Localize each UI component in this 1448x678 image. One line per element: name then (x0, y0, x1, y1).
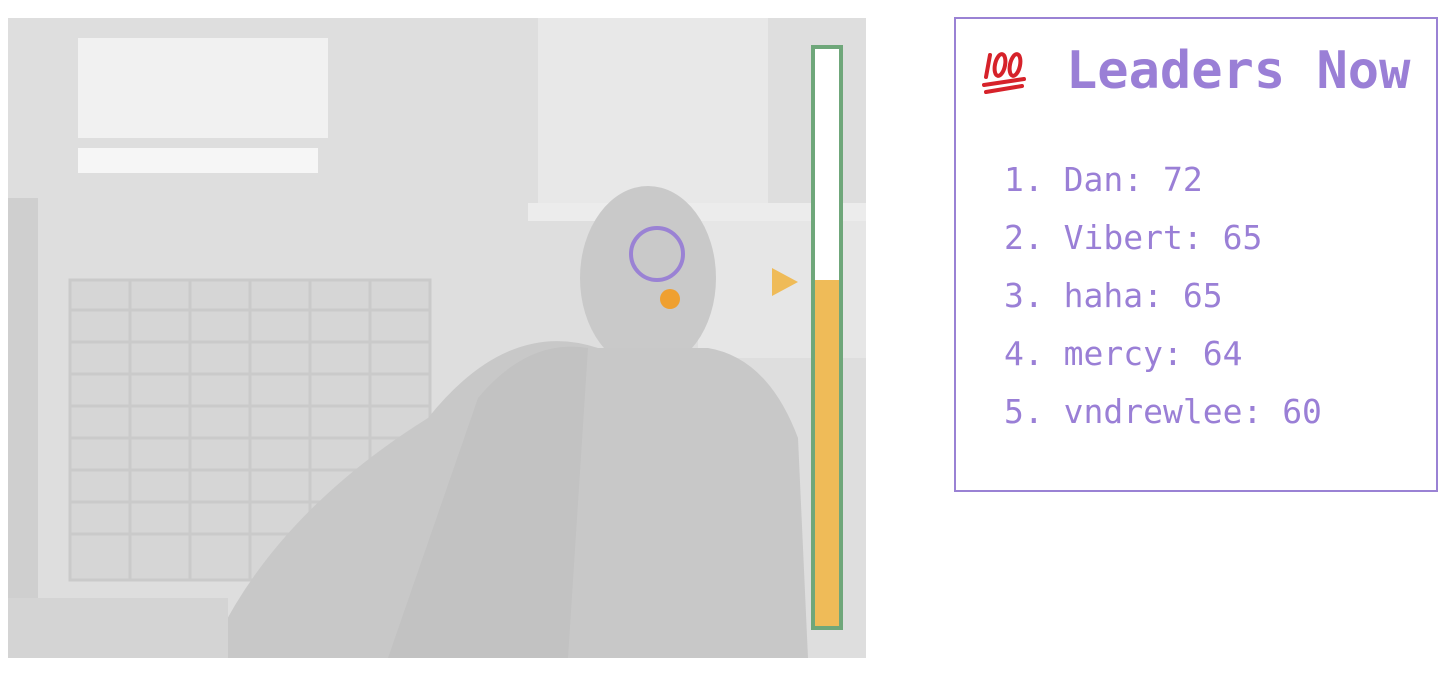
entry-score: 64 (1202, 334, 1243, 373)
tracking-dot (660, 289, 680, 309)
entry-rank: 2. (1004, 218, 1044, 257)
entry-rank: 1. (1004, 160, 1044, 199)
entry-score: 72 (1162, 160, 1203, 199)
target-ring (629, 226, 685, 282)
leaderboard-entry: 2. Vibert: 65 (1004, 218, 1263, 257)
leaderboard-title: Leaders Now (1066, 41, 1411, 101)
hundred-points-icon (982, 52, 1026, 94)
leaderboard-entry: 1. Dan: 72 (1004, 160, 1203, 199)
entry-name: haha (1063, 276, 1144, 315)
level-meter (811, 45, 843, 630)
leaderboard-header: Leaders Now (982, 41, 1410, 101)
leaderboard-entry: 5. vndrewlee: 60 (1004, 392, 1322, 431)
webcam-scene (8, 18, 866, 658)
leaderboard-panel: Leaders Now 1. Dan: 72 2. Vibert: 65 3. … (954, 17, 1438, 492)
entry-rank: 3. (1004, 276, 1044, 315)
entry-rank: 4. (1004, 334, 1044, 373)
entry-score: 60 (1282, 392, 1322, 431)
meter-pointer-icon (772, 268, 798, 296)
entry-name: vndrewlee (1063, 392, 1243, 431)
entry-rank: 5. (1004, 392, 1044, 431)
leaderboard-list: 1. Dan: 72 2. Vibert: 65 3. haha: 65 4. … (1004, 151, 1322, 441)
leaderboard-entry: 4. mercy: 64 (1004, 334, 1243, 373)
leaderboard-entry: 3. haha: 65 (1004, 276, 1223, 315)
entry-name: Vibert (1063, 218, 1183, 257)
level-meter-fill (815, 279, 839, 626)
entry-score: 65 (1222, 218, 1263, 257)
entry-name: Dan (1063, 160, 1124, 199)
entry-name: mercy (1063, 334, 1163, 373)
webcam-feed (8, 18, 866, 658)
entry-score: 65 (1182, 276, 1223, 315)
